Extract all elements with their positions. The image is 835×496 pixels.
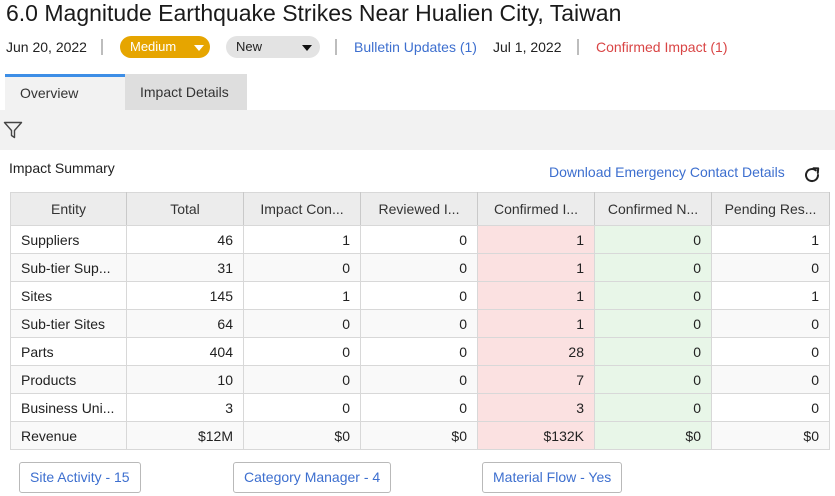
cell-total: 145 bbox=[126, 281, 244, 310]
tab-overview[interactable]: Overview bbox=[5, 74, 125, 110]
cell-confirmed-no-impact: $0 bbox=[594, 421, 712, 450]
cell-pending-response: 1 bbox=[711, 281, 830, 310]
column-header-reviewed[interactable]: Reviewed I... bbox=[360, 192, 478, 226]
cell-entity: Parts bbox=[10, 337, 127, 366]
cell-total: 31 bbox=[126, 253, 244, 282]
table-row: Sub-tier Sites 64 0 0 1 0 0 bbox=[10, 309, 830, 338]
cell-reviewed: $0 bbox=[360, 421, 478, 450]
table-row: Products 10 0 0 7 0 0 bbox=[10, 365, 830, 394]
table-row: Sub-tier Sup... 31 0 0 1 0 0 bbox=[10, 253, 830, 282]
cell-entity: Sites bbox=[10, 281, 127, 310]
cell-confirmed-impact: 28 bbox=[477, 337, 595, 366]
cell-pending-response: $0 bbox=[711, 421, 830, 450]
cell-confirmed-impact: 1 bbox=[477, 281, 595, 310]
chevron-down-icon bbox=[194, 44, 205, 51]
event-date: Jun 20, 2022 bbox=[6, 39, 87, 55]
cell-impact-considered: 0 bbox=[243, 337, 361, 366]
cell-total: 404 bbox=[126, 337, 244, 366]
column-header-impact-considered[interactable]: Impact Con... bbox=[243, 192, 361, 226]
cell-confirmed-no-impact: 0 bbox=[594, 365, 712, 394]
cell-confirmed-impact: 1 bbox=[477, 225, 595, 254]
table-row: Business Uni... 3 0 0 3 0 0 bbox=[10, 393, 830, 422]
divider bbox=[335, 39, 337, 55]
cell-reviewed: 0 bbox=[360, 281, 478, 310]
cell-pending-response: 0 bbox=[711, 393, 830, 422]
status-label: New bbox=[236, 39, 263, 54]
cell-reviewed: 0 bbox=[360, 365, 478, 394]
cell-total: 64 bbox=[126, 309, 244, 338]
severity-label: Medium bbox=[130, 39, 177, 54]
cell-entity: Business Uni... bbox=[10, 393, 127, 422]
refresh-icon[interactable] bbox=[802, 165, 822, 185]
cell-impact-considered: 1 bbox=[243, 225, 361, 254]
table-row: Sites 145 1 0 1 0 1 bbox=[10, 281, 830, 310]
confirmed-impact-link[interactable]: Confirmed Impact (1) bbox=[596, 36, 727, 58]
cell-total: 46 bbox=[126, 225, 244, 254]
impact-summary-title: Impact Summary bbox=[9, 160, 115, 176]
cell-impact-considered: 1 bbox=[243, 281, 361, 310]
cell-total: 10 bbox=[126, 365, 244, 394]
cell-reviewed: 0 bbox=[360, 393, 478, 422]
cell-impact-considered: 0 bbox=[243, 365, 361, 394]
cell-confirmed-no-impact: 0 bbox=[594, 309, 712, 338]
status-dropdown[interactable]: New bbox=[226, 36, 320, 58]
cell-reviewed: 0 bbox=[360, 337, 478, 366]
divider bbox=[101, 39, 103, 55]
cell-pending-response: 1 bbox=[711, 225, 830, 254]
cell-confirmed-impact: 7 bbox=[477, 365, 595, 394]
filter-toolbar bbox=[0, 110, 835, 150]
cell-confirmed-impact: 1 bbox=[477, 309, 595, 338]
cell-total: 3 bbox=[126, 393, 244, 422]
cell-confirmed-no-impact: 0 bbox=[594, 337, 712, 366]
cell-entity: Sub-tier Sites bbox=[10, 309, 127, 338]
cell-reviewed: 0 bbox=[360, 253, 478, 282]
divider bbox=[577, 39, 579, 55]
cell-pending-response: 0 bbox=[711, 337, 830, 366]
download-contacts-link[interactable]: Download Emergency Contact Details bbox=[549, 164, 785, 180]
column-header-total[interactable]: Total bbox=[126, 192, 244, 226]
column-header-pending-response[interactable]: Pending Res... bbox=[711, 192, 830, 226]
site-activity-button[interactable]: Site Activity - 15 bbox=[19, 462, 141, 493]
update-date: Jul 1, 2022 bbox=[493, 39, 562, 55]
cell-impact-considered: 0 bbox=[243, 393, 361, 422]
cell-reviewed: 0 bbox=[360, 309, 478, 338]
impact-summary-table: Entity Total Impact Con... Reviewed I...… bbox=[10, 192, 830, 450]
cell-impact-considered: 0 bbox=[243, 253, 361, 282]
table-row: Revenue $12M $0 $0 $132K $0 $0 bbox=[10, 421, 830, 450]
chevron-down-icon bbox=[302, 44, 313, 51]
cell-pending-response: 0 bbox=[711, 253, 830, 282]
cell-confirmed-no-impact: 0 bbox=[594, 225, 712, 254]
page-title: 6.0 Magnitude Earthquake Strikes Near Hu… bbox=[6, 0, 622, 26]
table-row: Parts 404 0 0 28 0 0 bbox=[10, 337, 830, 366]
filter-icon[interactable] bbox=[3, 120, 23, 140]
cell-confirmed-impact: 3 bbox=[477, 393, 595, 422]
cell-confirmed-no-impact: 0 bbox=[594, 393, 712, 422]
cell-entity: Sub-tier Sup... bbox=[10, 253, 127, 282]
column-header-confirmed-impact[interactable]: Confirmed I... bbox=[477, 192, 595, 226]
material-flow-button[interactable]: Material Flow - Yes bbox=[482, 462, 623, 493]
cell-impact-considered: 0 bbox=[243, 309, 361, 338]
cell-pending-response: 0 bbox=[711, 309, 830, 338]
table-row: Suppliers 46 1 0 1 0 1 bbox=[10, 225, 830, 254]
cell-confirmed-impact: $132K bbox=[477, 421, 595, 450]
cell-confirmed-impact: 1 bbox=[477, 253, 595, 282]
cell-entity: Suppliers bbox=[10, 225, 127, 254]
column-header-entity[interactable]: Entity bbox=[10, 192, 127, 226]
cell-total: $12M bbox=[126, 421, 244, 450]
severity-dropdown[interactable]: Medium bbox=[120, 36, 210, 58]
column-header-confirmed-no-impact[interactable]: Confirmed N... bbox=[594, 192, 712, 226]
tab-impact-details[interactable]: Impact Details bbox=[125, 74, 247, 110]
cell-pending-response: 0 bbox=[711, 365, 830, 394]
category-manager-button[interactable]: Category Manager - 4 bbox=[233, 462, 392, 493]
cell-entity: Products bbox=[10, 365, 127, 394]
bulletin-updates-link[interactable]: Bulletin Updates (1) bbox=[354, 36, 477, 58]
cell-reviewed: 0 bbox=[360, 225, 478, 254]
alert-meta-row: Jun 20, 2022 Medium New Bulletin Updates… bbox=[6, 36, 835, 60]
cell-entity: Revenue bbox=[10, 421, 127, 450]
cell-confirmed-no-impact: 0 bbox=[594, 281, 712, 310]
table-header-row: Entity Total Impact Con... Reviewed I...… bbox=[10, 192, 830, 226]
cell-confirmed-no-impact: 0 bbox=[594, 253, 712, 282]
cell-impact-considered: $0 bbox=[243, 421, 361, 450]
